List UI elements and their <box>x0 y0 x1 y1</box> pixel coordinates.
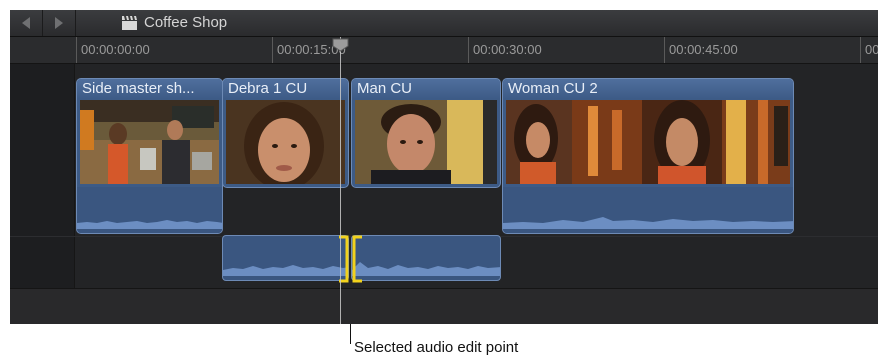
audio-clip-debra[interactable] <box>222 235 349 281</box>
clip-thumbnail <box>80 100 219 184</box>
time-ruler[interactable]: 00:00:00:00 00:00:15:00 00:00:30:00 00:0… <box>10 37 878 64</box>
ruler-timecode: 00:00:45:00 <box>669 42 738 57</box>
ruler-tick <box>664 37 665 63</box>
clapperboard-icon <box>122 16 137 30</box>
video-clip-debra-cu[interactable]: Debra 1 CU <box>222 78 349 188</box>
back-arrow-icon <box>22 17 30 29</box>
playhead-line <box>340 37 341 324</box>
ruler-tick <box>860 37 861 63</box>
playhead-handle-icon[interactable] <box>332 38 349 52</box>
waveform-graphic <box>77 220 222 229</box>
audio-waveform <box>503 187 793 233</box>
clip-name: Woman CU 2 <box>508 80 598 97</box>
waveform-graphic <box>352 262 500 276</box>
clip-thumbnail <box>226 100 345 184</box>
video-clip-side-master[interactable]: Side master sh... <box>76 78 223 234</box>
clip-name: Debra 1 CU <box>228 80 308 97</box>
callout-label: Selected audio edit point <box>354 339 519 356</box>
track-gutter <box>10 64 75 324</box>
forward-button[interactable] <box>43 10 76 36</box>
timeline-titlebar: Coffee Shop <box>10 10 878 37</box>
video-clip-woman-cu-2[interactable]: Woman CU 2 <box>502 78 794 234</box>
empty-lane <box>10 288 878 324</box>
clip-name: Side master sh... <box>82 80 195 97</box>
clip-name: Man CU <box>357 80 413 97</box>
back-button[interactable] <box>10 10 43 36</box>
waveform-graphic <box>503 217 793 229</box>
audio-clip-man[interactable] <box>351 235 501 281</box>
audio-waveform <box>77 187 222 233</box>
clip-thumbnail <box>355 100 497 184</box>
ruler-timecode: 00 <box>865 42 878 57</box>
forward-arrow-icon <box>55 17 63 29</box>
audio-detached-area <box>223 187 348 188</box>
ruler-timecode: 00:00:30:00 <box>473 42 542 57</box>
clip-filmstrip <box>80 100 219 184</box>
video-clip-man-cu[interactable]: Man CU <box>351 78 501 188</box>
ruler-tick <box>468 37 469 63</box>
callout-line <box>350 324 351 344</box>
clip-filmstrip <box>226 100 345 184</box>
edit-point-bracket-left-icon[interactable] <box>351 235 363 283</box>
waveform-graphic <box>223 265 348 276</box>
clip-thumbnail <box>506 100 790 184</box>
clip-filmstrip <box>506 100 790 184</box>
timeline-tracks[interactable]: Side master sh... Debra 1 CU Man CU Woma… <box>10 64 878 324</box>
clip-filmstrip <box>355 100 497 184</box>
project-title: Coffee Shop <box>144 14 228 31</box>
timeline-window: Coffee Shop 00:00:00:00 00:00:15:00 00:0… <box>10 10 878 324</box>
ruler-tick <box>272 37 273 63</box>
audio-detached-area <box>352 187 500 188</box>
ruler-tick <box>76 37 77 63</box>
ruler-timecode: 00:00:00:00 <box>81 42 150 57</box>
